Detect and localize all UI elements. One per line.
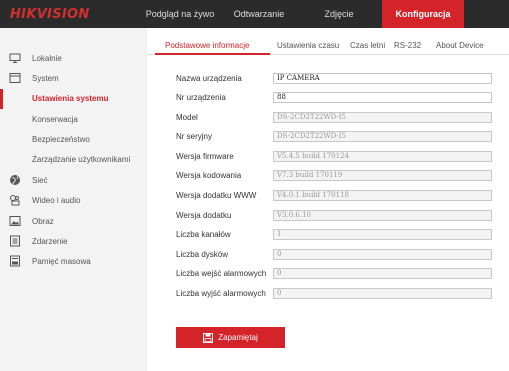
plugin-version-label: Wersja dodatku	[176, 211, 232, 220]
hikvision-logo: HIKVISION	[10, 7, 90, 22]
save-icon	[203, 332, 214, 343]
channel-count-field: 1	[273, 229, 492, 240]
tab-basic-information[interactable]: Podstawowe informacje	[165, 41, 249, 50]
system-icon	[9, 73, 21, 83]
sidebar-item-maintenance[interactable]: Konserwacja	[0, 110, 146, 130]
tab-dst[interactable]: Czas letni	[350, 41, 385, 50]
sidebar-item-label: Obraz	[32, 217, 54, 226]
alarm-output-count-label: Liczba wyjść alarmowych	[176, 289, 266, 298]
sidebar-item-event[interactable]: Zdarzenie	[0, 232, 146, 252]
main-panel: Podstawowe informacje Ustawienia czasu C…	[147, 28, 509, 371]
save-button-label: Zapamiętaj	[218, 333, 258, 342]
sidebar-item-security[interactable]: Bezpieczeństwo	[0, 130, 146, 150]
encoding-version-label: Wersja kodowania	[176, 171, 242, 180]
image-icon	[9, 216, 21, 226]
sidebar-item-network[interactable]: Sieć	[0, 171, 146, 191]
firmware-version-label: Wersja firmware	[176, 152, 234, 161]
sidebar-item-label: Konserwacja	[32, 115, 78, 124]
tab-about-device[interactable]: About Device	[436, 41, 484, 50]
nav-configuration[interactable]: Konfiguracja	[382, 0, 464, 28]
sidebar-item-label: Wideo i audio	[32, 196, 81, 205]
nav-live-view[interactable]: Podgląd na żywo	[138, 0, 222, 28]
active-tab-indicator	[155, 53, 270, 55]
event-icon	[10, 235, 20, 247]
sidebar-item-system-settings[interactable]: Ustawienia systemu	[0, 89, 146, 109]
sidebar-item-video-audio[interactable]: Wideo i audio	[0, 191, 146, 211]
sidebar-item-label: Bezpieczeństwo	[32, 135, 90, 144]
sidebar-item-label: Pamięć masowa	[32, 257, 91, 266]
alarm-output-count-field: 0	[273, 288, 492, 299]
disk-count-label: Liczba dysków	[176, 250, 229, 259]
nav-picture[interactable]: Zdjęcie	[296, 0, 382, 28]
tab-bar: Podstawowe informacje Ustawienia czasu C…	[147, 28, 509, 55]
disk-count-field: 0	[273, 249, 492, 260]
top-nav-bar: HIKVISION Podgląd na żywo Odtwarzanie Zd…	[0, 0, 509, 28]
sidebar-item-label: Lokalnie	[32, 54, 62, 63]
sidebar-item-system[interactable]: System	[0, 69, 146, 89]
web-version-label: Wersja dodatku WWW	[176, 191, 257, 200]
sidebar-item-label: Zarządzanie użytkownikami	[32, 155, 131, 164]
sidebar-item-label: Sieć	[32, 176, 48, 185]
web-version-field: V4.0.1 build 170118	[273, 190, 492, 201]
sidebar-item-user-management[interactable]: Zarządzanie użytkownikami	[0, 150, 146, 170]
device-name-input[interactable]: IP CAMERA	[273, 73, 492, 84]
serial-number-label: Nr seryjny	[176, 132, 213, 141]
model-label: Model	[176, 113, 198, 122]
plugin-version-field: V3.0.6.10	[273, 210, 492, 221]
video-audio-icon	[10, 195, 20, 206]
sidebar-item-label: System	[32, 74, 59, 83]
sidebar: Lokalnie System Ustawienia systemu Konse…	[0, 28, 146, 371]
channel-count-label: Liczba kanałów	[176, 230, 231, 239]
device-name-label: Nazwa urządzenia	[176, 74, 242, 83]
nav-playback[interactable]: Odtwarzanie	[222, 0, 296, 28]
alarm-input-count-label: Liczba wejść alarmowych	[176, 269, 267, 278]
encoding-version-field: V7.3 build 170119	[273, 170, 492, 181]
sidebar-item-image[interactable]: Obraz	[0, 212, 146, 232]
serial-number-field: DS-2CD2T22WD-I5	[273, 131, 492, 142]
monitor-icon	[9, 53, 21, 63]
tab-time-settings[interactable]: Ustawienia czasu	[277, 41, 339, 50]
model-field: DS-2CD2T22WD-I5	[273, 112, 492, 123]
sidebar-item-storage[interactable]: Pamięć masowa	[0, 252, 146, 272]
sidebar-item-label: Zdarzenie	[32, 237, 68, 246]
storage-icon	[10, 255, 20, 267]
firmware-version-field: V5.4.5 build 170124	[273, 151, 492, 162]
save-button[interactable]: Zapamiętaj	[176, 327, 285, 348]
device-number-label: Nr urządzenia	[176, 93, 226, 102]
alarm-input-count-field: 0	[273, 268, 492, 279]
device-number-input[interactable]: 88	[273, 92, 492, 103]
globe-icon	[10, 175, 20, 185]
tab-rs232[interactable]: RS-232	[394, 41, 421, 50]
sidebar-item-local[interactable]: Lokalnie	[0, 49, 146, 69]
sidebar-item-label: Ustawienia systemu	[32, 94, 109, 103]
